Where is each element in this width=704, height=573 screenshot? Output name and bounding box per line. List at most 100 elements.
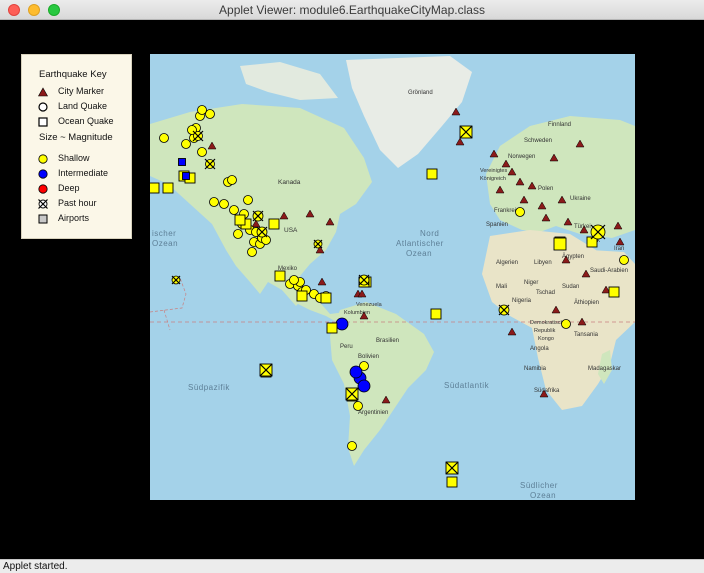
label-suedafrika: Südafrika	[534, 388, 560, 394]
ocean-quake-marker[interactable]	[296, 290, 308, 302]
label-argentinien: Argentinien	[358, 410, 388, 416]
land-quake-marker[interactable]	[561, 319, 571, 329]
label-groenland: Grönland	[408, 90, 433, 96]
yellow-circle-icon	[38, 154, 48, 164]
land-quake-marker[interactable]	[233, 229, 243, 239]
window-titlebar: Applet Viewer: module6.EarthquakeCityMap…	[0, 0, 704, 20]
land-quake-marker[interactable]	[159, 133, 169, 143]
label-venezuela: Venezuela	[356, 302, 383, 308]
gray-square-icon	[38, 214, 48, 224]
key-item-city-marker: City Marker	[34, 86, 130, 98]
label-pazifik1: ischer	[152, 229, 176, 238]
ocean-quake-marker[interactable]	[430, 308, 442, 320]
land-quake-marker[interactable]	[353, 401, 363, 411]
ocean-quake-marker[interactable]	[320, 292, 332, 304]
ocean-quake-marker[interactable]	[426, 168, 438, 180]
earthquake-key-panel: Earthquake Key City Marker Land Quake Oc…	[21, 54, 132, 239]
label-namibia: Namibia	[524, 366, 547, 372]
label-mali: Mali	[496, 284, 507, 290]
label-tschad: Tschad	[536, 290, 555, 296]
ocean-quake-marker[interactable]	[182, 172, 190, 180]
label-nordatl2: Atlantischer	[396, 239, 444, 248]
land-quake-marker[interactable]	[197, 105, 207, 115]
key-item-intermediate: Intermediate	[34, 168, 130, 180]
land-quake-marker[interactable]	[227, 175, 237, 185]
label-algerien: Algerien	[496, 260, 518, 266]
label-usa: USA	[284, 227, 298, 234]
key-title: Earthquake Key	[39, 69, 107, 80]
red-circle-icon	[38, 184, 48, 194]
key-item-deep: Deep	[34, 183, 130, 195]
status-bar: Applet started.	[0, 559, 704, 573]
label-suedatl: Südatlantik	[444, 381, 490, 390]
ocean-quake-marker[interactable]	[446, 476, 458, 488]
label-kanada: Kanada	[278, 179, 301, 186]
land-quake-marker[interactable]	[515, 207, 525, 217]
ocean-quake-marker[interactable]	[162, 182, 174, 194]
land-quake-marker[interactable]	[335, 317, 349, 331]
land-quake-marker[interactable]	[349, 365, 363, 379]
ocean-quake-marker[interactable]	[326, 322, 338, 334]
earthquake-map[interactable]: Grönland Finnland Schweden Norwegen Vere…	[150, 54, 635, 500]
label-kolumbien: Kolumbien	[344, 310, 370, 316]
world-map[interactable]: Grönland Finnland Schweden Norwegen Vere…	[150, 54, 635, 500]
ocean-quake-marker[interactable]	[178, 158, 186, 166]
key-size-title: Size ~ Magnitude	[39, 132, 113, 143]
label-angola: Angola	[530, 346, 549, 352]
blue-circle-icon	[38, 169, 48, 179]
ocean-quake-marker[interactable]	[268, 218, 280, 230]
label-tansania: Tansania	[574, 332, 599, 338]
land-quake-marker[interactable]	[205, 109, 215, 119]
ocean-quake-marker[interactable]	[274, 270, 286, 282]
label-schweden: Schweden	[524, 138, 552, 144]
label-drk3: Kongo	[538, 336, 554, 342]
label-finnland: Finnland	[548, 122, 571, 128]
land-quake-marker[interactable]	[197, 147, 207, 157]
label-suedozean1: Südlicher	[520, 481, 558, 490]
ocean-quake-marker[interactable]	[553, 237, 567, 251]
square-outline-icon	[38, 117, 48, 127]
key-item-ocean-quake: Ocean Quake	[34, 116, 130, 128]
ocean-quake-marker[interactable]	[608, 286, 620, 298]
triangle-icon	[38, 87, 48, 97]
land-quake-marker[interactable]	[229, 205, 239, 215]
label-norwegen: Norwegen	[508, 154, 535, 160]
crossed-circle-icon	[38, 199, 48, 209]
land-quake-marker[interactable]	[219, 199, 229, 209]
label-suedozean2: Ozean	[530, 491, 556, 500]
land-quake-marker[interactable]	[247, 247, 257, 257]
label-nordatl1: Nord	[420, 229, 439, 238]
label-nordatl3: Ozean	[406, 249, 432, 258]
key-item-airports: Airports	[34, 213, 130, 225]
label-madagaskar: Madagaskar	[588, 366, 621, 372]
ocean-quake-marker[interactable]	[234, 214, 246, 226]
land-quake-marker[interactable]	[243, 195, 253, 205]
ocean-quake-marker[interactable]	[150, 182, 160, 194]
land-quake-marker[interactable]	[181, 139, 191, 149]
label-peru: Peru	[340, 344, 353, 350]
label-drk1: Demokratische	[530, 320, 567, 326]
label-nigeria: Nigeria	[512, 298, 532, 304]
key-item-past-hour: Past hour	[34, 198, 130, 210]
label-libyen: Libyen	[534, 260, 552, 266]
label-sudan: Sudan	[562, 284, 579, 290]
key-item-land-quake: Land Quake	[34, 101, 130, 113]
label-niger: Niger	[524, 280, 538, 286]
label-vk2: Königreich	[480, 176, 506, 182]
circle-outline-icon	[38, 102, 48, 112]
label-polen: Polen	[538, 186, 553, 192]
label-saudi: Saudi-Arabien	[590, 268, 628, 274]
land-quake-marker[interactable]	[347, 441, 357, 451]
land-quake-marker[interactable]	[357, 379, 371, 393]
label-pazifik2: Ozean	[152, 239, 178, 248]
land-quake-marker[interactable]	[289, 275, 299, 285]
land-quake-marker[interactable]	[209, 197, 219, 207]
label-ukraine: Ukraine	[570, 196, 591, 202]
land-quake-marker[interactable]	[619, 255, 629, 265]
label-spanien: Spanien	[486, 222, 508, 228]
label-suedpazifik: Südpazifik	[188, 383, 230, 392]
label-aethiopien: Äthiopien	[574, 299, 599, 306]
label-bolivien: Bolivien	[358, 354, 379, 360]
key-item-shallow: Shallow	[34, 153, 130, 165]
label-drk2: Republik	[534, 328, 556, 334]
